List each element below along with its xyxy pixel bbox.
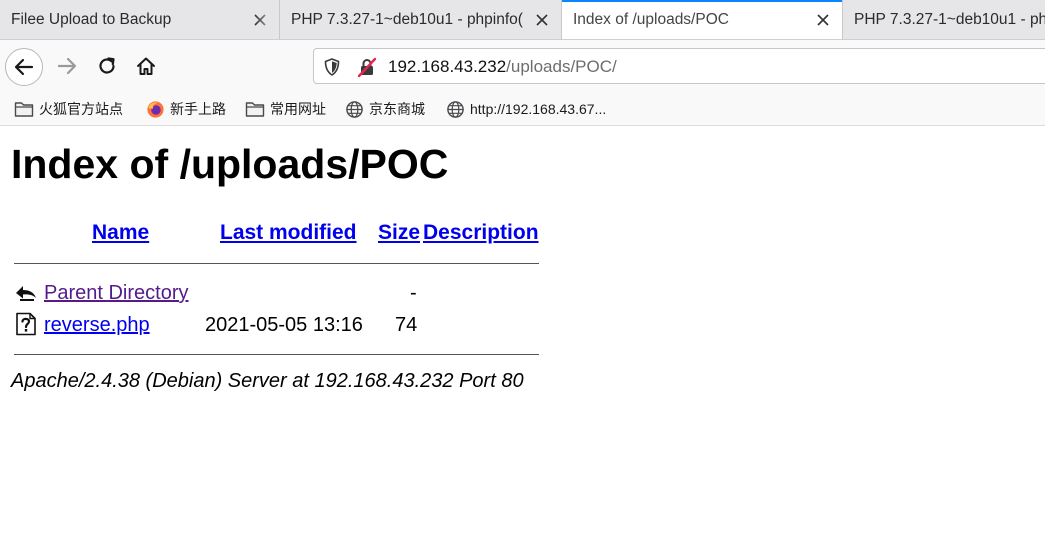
- folder-icon: [245, 99, 265, 119]
- parent-directory-link[interactable]: Parent Directory: [44, 282, 189, 305]
- bookmark-getting-started[interactable]: 新手上路: [145, 98, 226, 120]
- tab-file-upload[interactable]: Filee Upload to Backup: [0, 0, 280, 39]
- url-bar[interactable]: 192.168.43.232/uploads/POC/: [313, 48, 1045, 84]
- home-button[interactable]: [132, 52, 160, 80]
- row-last-modified: 2021-05-05 13:16: [205, 314, 363, 336]
- firefox-icon: [145, 99, 165, 119]
- close-icon[interactable]: [813, 10, 833, 30]
- file-link-reverse-php[interactable]: reverse.php: [44, 314, 150, 337]
- globe-icon: [445, 99, 465, 119]
- bookmark-jd-mall[interactable]: 京东商城: [344, 98, 425, 120]
- insecure-lock-icon[interactable]: [356, 56, 378, 78]
- bookmark-firefox-official[interactable]: 火狐官方站点: [14, 98, 123, 120]
- tab-strip: Filee Upload to Backup PHP 7.3.27-1~deb1…: [0, 0, 1045, 40]
- tab-title: PHP 7.3.27-1~deb10u1 - phpinfo(): [291, 11, 523, 28]
- reload-icon: [99, 57, 115, 74]
- bookmark-label: 新手上路: [170, 101, 226, 117]
- footer-divider: [14, 354, 539, 355]
- folder-icon: [14, 99, 34, 119]
- bookmark-label: 常用网址: [270, 101, 326, 117]
- tab-phpinfo-1[interactable]: PHP 7.3.27-1~deb10u1 - phpinfo(): [280, 0, 562, 39]
- bookmark-label: http://192.168.43.67...: [470, 101, 607, 117]
- bookmark-local-ip[interactable]: http://192.168.43.67...: [445, 98, 606, 120]
- unknown-file-icon: [16, 312, 36, 336]
- forward-button[interactable]: [53, 52, 81, 80]
- forward-arrow-icon: [57, 57, 77, 75]
- tab-title: Filee Upload to Backup: [11, 11, 172, 28]
- url-host: 192.168.43.232: [388, 57, 507, 76]
- row-size: 74: [395, 314, 418, 336]
- tab-phpinfo-2[interactable]: PHP 7.3.27-1~deb10u1 - phpinfo(): [843, 0, 1045, 39]
- page-content: Index of /uploads/POC Name Last modified…: [0, 127, 1045, 555]
- page-title: Index of /uploads/POC: [11, 141, 449, 187]
- globe-icon: [344, 99, 364, 119]
- navigation-toolbar: 192.168.43.232/uploads/POC/: [0, 40, 1045, 92]
- url-path: /uploads/POC/: [506, 57, 617, 76]
- back-button[interactable]: [5, 48, 43, 86]
- home-icon: [137, 57, 155, 75]
- back-folder-icon: [16, 286, 36, 301]
- bookmark-label: 京东商城: [369, 101, 425, 117]
- header-divider: [14, 263, 539, 264]
- bookmarks-toolbar: 火狐官方站点 新手上路 常用网址 京东商城 http://192.168.43.…: [0, 92, 1045, 126]
- url-text[interactable]: 192.168.43.232/uploads/POC/: [388, 57, 617, 77]
- row-size: -: [410, 282, 417, 304]
- reload-button[interactable]: [93, 52, 121, 80]
- column-header-name[interactable]: Name: [92, 221, 149, 245]
- column-header-last-modified[interactable]: Last modified: [220, 221, 357, 245]
- column-header-description[interactable]: Description: [423, 221, 539, 245]
- column-header-size[interactable]: Size: [378, 221, 420, 245]
- close-icon[interactable]: [250, 10, 270, 30]
- tracking-shield-icon[interactable]: [322, 57, 342, 77]
- close-icon[interactable]: [532, 10, 552, 30]
- bookmark-label: 火狐官方站点: [39, 101, 123, 117]
- back-arrow-icon: [14, 58, 34, 76]
- tab-title: Index of /uploads/POC: [573, 11, 729, 28]
- tab-title: PHP 7.3.27-1~deb10u1 - phpinfo(): [854, 11, 1045, 28]
- server-signature: Apache/2.4.38 (Debian) Server at 192.168…: [11, 370, 524, 392]
- tab-index-uploads-poc[interactable]: Index of /uploads/POC: [562, 0, 843, 39]
- bookmark-common-sites[interactable]: 常用网址: [245, 98, 326, 120]
